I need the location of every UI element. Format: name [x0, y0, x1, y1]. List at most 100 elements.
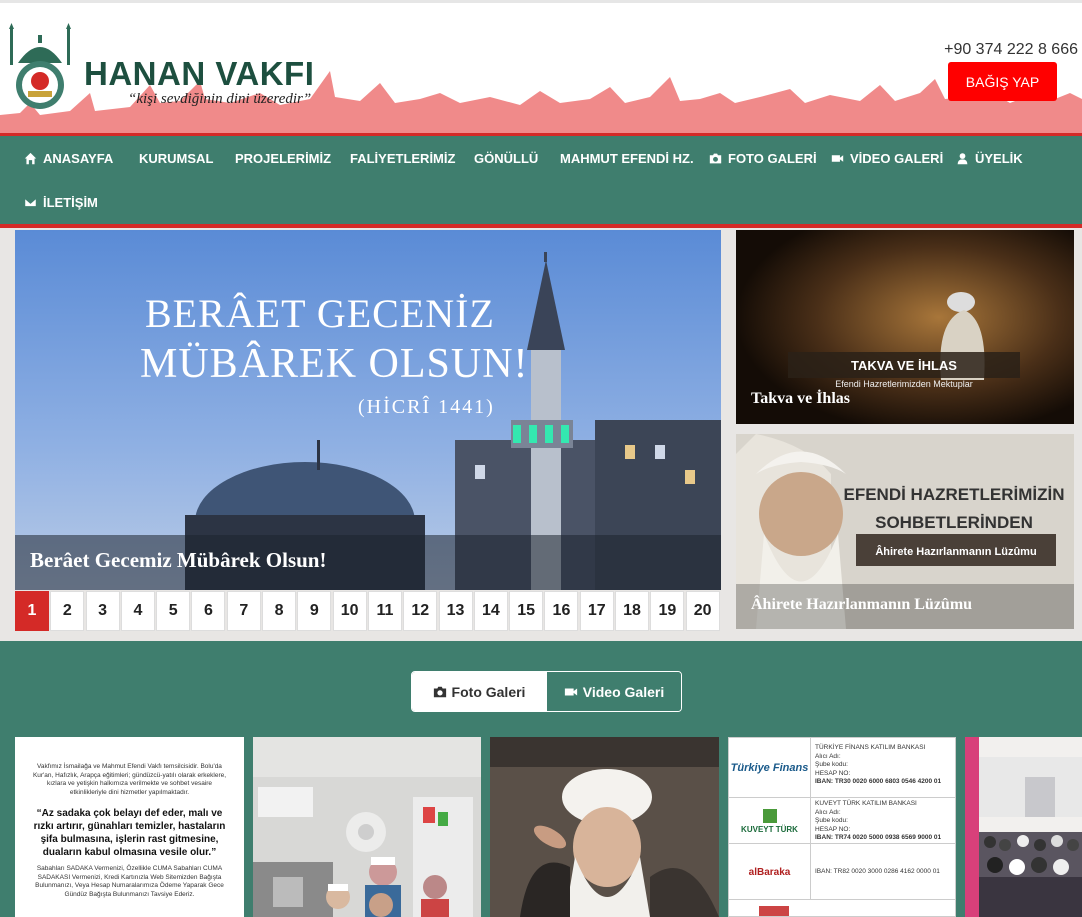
side-image-title-1: EFENDİ HAZRETLERİMİZİN — [844, 485, 1065, 504]
pager-button[interactable]: 9 — [297, 591, 332, 631]
envelope-icon — [24, 197, 37, 207]
bank-row: Türkiye Finans TÜRKİYE FİNANS KATILIM BA… — [729, 738, 955, 798]
pager-button[interactable]: 11 — [367, 591, 402, 631]
bank-logo-partial — [759, 906, 789, 916]
pager-button[interactable]: 16 — [544, 591, 579, 631]
gallery-thumb-scholar[interactable] — [490, 737, 719, 917]
side-image-title-2: SOHBETLERİNDEN — [875, 513, 1033, 532]
nav-item-label: KURUMSAL — [139, 150, 214, 166]
slide-image-headline-1: BERÂET GECENİZ — [145, 291, 495, 336]
side-slide-ahiret[interactable]: EFENDİ HAZRETLERİMİZİN SOHBETLERİNDEN Âh… — [736, 434, 1074, 629]
nav-item-gonullu[interactable]: GÖNÜLLÜ — [474, 148, 538, 168]
pager-button[interactable]: 10 — [332, 591, 367, 631]
phone-number[interactable]: +90 374 222 8 666 — [944, 41, 1078, 59]
main-slide-caption[interactable]: Berâet Gecemiz Mübârek Olsun! — [30, 548, 326, 573]
nav-item-label: FALİYETLERİMİZ — [350, 150, 456, 166]
nav-item-label: ÜYELİK — [975, 150, 1023, 166]
camera-icon — [709, 153, 722, 163]
kuveyt-turk-logo: KUVEYT TÜRK — [741, 824, 798, 834]
kuveyt-turk-logo-cell: KUVEYT TÜRK — [729, 798, 811, 844]
nav-item-mahmut-efendi[interactable]: MAHMUT EFENDİ HZ. — [560, 148, 694, 168]
pager-button[interactable]: 2 — [50, 591, 85, 631]
turkiye-finans-logo: Türkiye Finans — [729, 738, 811, 798]
pager-button[interactable]: 18 — [615, 591, 650, 631]
tab-label: Video Galeri — [582, 683, 665, 700]
side-image-subtitle: Âhirete Hazırlanmanın Lüzûmu — [875, 545, 1036, 558]
nav-item-projelerimiz[interactable]: PROJELERİMİZ — [235, 148, 331, 168]
hanan-vakfi-logo[interactable] — [8, 23, 72, 113]
nav-item-label: VİDEO GALERİ — [850, 150, 944, 166]
nav-item-label: FOTO GALERİ — [728, 150, 817, 166]
tab-label: Foto Galeri — [451, 683, 526, 700]
pager-button[interactable]: 20 — [685, 591, 720, 631]
nav-item-uyelik[interactable]: ÜYELİK — [956, 148, 1023, 168]
doc-quote: “Az sadaka çok belayı def eder, malı ve … — [33, 808, 226, 858]
bank-name: KUVEYT TÜRK KATILIM BANKASI — [815, 800, 917, 807]
home-icon — [24, 152, 37, 164]
nav-item-kurumsal[interactable]: KURUMSAL — [139, 148, 213, 168]
side-slide-takva[interactable]: TAKVA VE İHLAS Efendi Hazretlerimizden M… — [736, 230, 1074, 424]
bank-name: TÜRKİYE FİNANS KATILIM BANKASI — [815, 744, 926, 751]
pager-button[interactable]: 17 — [579, 591, 614, 631]
pager-button[interactable]: 8 — [262, 591, 297, 631]
main-navigation: ANASAYFA KURUMSAL PROJELERİMİZ FALİYETLE… — [0, 136, 1082, 224]
side-slide-caption: Takva ve İhlas — [751, 390, 850, 407]
pager-button[interactable]: 5 — [156, 591, 191, 631]
bank-row: alBaraka IBAN: TR82 0020 3000 0286 4162 … — [729, 844, 955, 900]
bank-line: HESAP NO: — [815, 825, 851, 833]
tab-video-galeri[interactable]: Video Galeri — [546, 672, 681, 711]
video-icon — [564, 688, 577, 695]
camera-icon — [433, 686, 446, 697]
gallery-tabs: Foto Galeri Video Galeri — [411, 671, 682, 712]
bank-info: KUVEYT TÜRK KATILIM BANKASI Alıcı Adı: Ş… — [815, 800, 941, 843]
pager-button[interactable]: 13 — [438, 591, 473, 631]
gallery-thumb-kitchen[interactable] — [253, 737, 481, 917]
site-brand-name[interactable]: HANAN VAKFI — [84, 55, 314, 93]
bank-iban: IBAN: TR30 0020 6000 6803 0546 4200 01 — [815, 778, 942, 785]
bank-line: Şube kodu: — [815, 817, 848, 824]
pager-button[interactable]: 7 — [226, 591, 261, 631]
pager-button[interactable]: 3 — [85, 591, 120, 631]
bank-iban: IBAN: TR74 0020 5000 0938 6569 9000 01 — [815, 834, 942, 841]
bank-row: KUVEYT TÜRK KUVEYT TÜRK KATILIM BANKASI … — [729, 798, 955, 844]
pager-button[interactable]: 15 — [509, 591, 544, 631]
side-image-title: TAKVA VE İHLAS — [851, 358, 957, 373]
nav-item-video-galeri[interactable]: VİDEO GALERİ — [831, 148, 943, 168]
slide-image-headline-2: MÜBÂREK OLSUN! — [140, 341, 529, 387]
donate-button[interactable]: BAĞIŞ YAP — [948, 62, 1057, 101]
pager-button[interactable]: 6 — [191, 591, 226, 631]
slider-pagination: 1 2 3 4 5 6 7 8 9 10 11 12 13 14 15 16 1… — [15, 591, 721, 631]
bank-line: Şube kodu: — [815, 761, 848, 768]
doc-paragraph-2: Sabahları SADAKA Vermenizi, Özellikle CU… — [35, 865, 224, 898]
pager-button[interactable]: 14 — [473, 591, 508, 631]
gallery-thumb-document[interactable]: Vakfımız İsmailağa ve Mahmut Efendi Vakf… — [15, 737, 244, 917]
nav-item-label: ANASAYFA — [43, 150, 114, 166]
bank-line: HESAP NO: — [815, 769, 851, 777]
kitchen-photo — [253, 737, 481, 917]
nav-item-label: İLETİŞİM — [43, 194, 98, 210]
pager-button[interactable]: 1 — [15, 591, 49, 631]
bank-line: Alıcı Adı: — [815, 752, 841, 760]
nav-item-faliyetlerimiz[interactable]: FALİYETLERİMİZ — [350, 148, 455, 168]
side-slide-caption: Âhirete Hazırlanmanın Lüzûmu — [751, 596, 973, 613]
tab-foto-galeri[interactable]: Foto Galeri — [412, 672, 546, 711]
albaraka-logo: alBaraka — [729, 844, 811, 900]
slide-image-subtitle: (HİCRÎ 1441) — [358, 396, 495, 418]
nav-item-iletisim[interactable]: İLETİŞİM — [24, 192, 98, 212]
nav-item-label: MAHMUT EFENDİ HZ. — [560, 150, 694, 166]
video-icon — [831, 154, 844, 162]
gallery-thumb-bank-accounts[interactable]: Türkiye Finans TÜRKİYE FİNANS KATILIM BA… — [728, 737, 956, 917]
scholar-photo — [490, 737, 719, 917]
pager-button[interactable]: 4 — [120, 591, 155, 631]
crowd-photo — [965, 737, 1082, 917]
bank-line: Alıcı Adı: — [815, 808, 841, 816]
user-icon — [957, 152, 968, 164]
site-tagline: “kişi sevdiğinin dini üzeredir” — [128, 91, 312, 107]
bank-iban: IBAN: TR82 0020 3000 0286 4162 0000 01 — [815, 868, 940, 875]
nav-item-foto-galeri[interactable]: FOTO GALERİ — [709, 148, 817, 168]
pager-button[interactable]: 12 — [403, 591, 438, 631]
pager-button[interactable]: 19 — [650, 591, 685, 631]
nav-item-label: PROJELERİMİZ — [235, 150, 332, 166]
nav-item-anasayfa[interactable]: ANASAYFA — [24, 148, 113, 168]
gallery-thumb-crowd[interactable] — [965, 737, 1082, 917]
